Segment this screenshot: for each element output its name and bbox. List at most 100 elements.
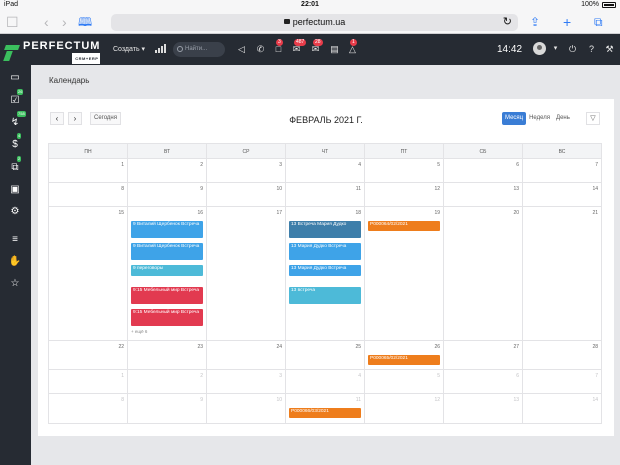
inbox-icon[interactable]: ✉ 28 — [310, 39, 323, 54]
brand-logo[interactable]: PERFECTUM CRM+ERP — [5, 41, 101, 64]
sidebar-item-finance[interactable]: $4 — [8, 133, 22, 152]
calendar-day-cell[interactable]: 8 — [49, 394, 128, 423]
calendar-day-cell[interactable]: 13 — [444, 394, 523, 423]
calendar-event[interactable]: 13 Мария Дудко Встреча — [289, 265, 361, 276]
calendar-day-cell[interactable]: 24 — [207, 341, 286, 369]
calendar-day-cell[interactable]: 3 — [207, 370, 286, 393]
calendar-day-cell[interactable]: 2 — [128, 370, 207, 393]
more-events-link[interactable]: + ещё 6 — [131, 329, 147, 334]
calendar-day-cell[interactable]: 23 — [128, 341, 207, 369]
share-icon[interactable]: ⇪ — [530, 14, 540, 30]
calendar-day-cell[interactable]: 6 — [444, 159, 523, 182]
new-tab-icon[interactable]: + — [563, 14, 571, 30]
calendar-day-cell[interactable]: 14 — [523, 183, 602, 206]
calendar-day-cell[interactable]: 16 9 Виталий Щербенок Встреча 9 Виталий Ще… — [128, 207, 207, 340]
wrench-icon[interactable]: ⚒ — [604, 44, 615, 54]
calendar-event[interactable]: 13 Мария Дудко Встреча — [289, 243, 361, 260]
calendar-day-cell[interactable]: 21 — [523, 207, 602, 340]
calendar-day-cell[interactable]: 28 — [523, 341, 602, 369]
notifications-icon[interactable]: △ 1 — [347, 39, 358, 54]
sidebar-item-layers[interactable]: ≡ — [8, 233, 22, 247]
calendar-day-cell[interactable]: 14 — [523, 394, 602, 423]
calendar-day-cell[interactable]: 6 — [444, 370, 523, 393]
calendar-day-cell[interactable]: 22 — [49, 341, 128, 369]
calendar-event[interactable]: 9:15 Мебельный мир Встреча — [131, 309, 203, 326]
sidebar-item-activity[interactable]: ↯ 758 — [8, 111, 26, 130]
bar-chart-icon[interactable] — [155, 44, 166, 53]
calendar-day-cell[interactable]: 3 — [207, 159, 286, 182]
sidebar-item-tasks[interactable]: ☑ 26 — [8, 89, 24, 108]
calendar-day-cell[interactable]: 25 — [286, 341, 365, 369]
calendar-day-cell[interactable]: 4 — [286, 370, 365, 393]
calendar-day-cell[interactable]: 7 — [523, 370, 602, 393]
calendar-week-row: 8 9 10 11 Р000066/03/2021 12 13 14 — [48, 394, 602, 424]
calendar-day-cell[interactable]: 19 Р000064/02/2021 — [365, 207, 444, 340]
calendar-day-cell[interactable]: 7 — [523, 159, 602, 182]
calendar-day-cell[interactable]: 20 — [444, 207, 523, 340]
day-number: 1 — [121, 373, 124, 379]
calendar-event[interactable]: 9 переговоры — [131, 265, 203, 276]
mail-icon[interactable]: ✉ 487 — [291, 39, 307, 54]
calendar-day-cell[interactable]: 12 — [365, 394, 444, 423]
chevron-down-icon[interactable]: ▾ — [550, 44, 561, 54]
calendar-day-cell[interactable]: 11 — [286, 183, 365, 206]
user-avatar[interactable] — [533, 42, 546, 55]
phone-icon[interactable]: ✆ — [255, 44, 266, 54]
calendar-day-cell[interactable]: 5 — [365, 159, 444, 182]
calendar-event[interactable]: 9 Виталий Щербенок Встреча — [131, 221, 203, 238]
chat-icon[interactable]: □ 3 — [273, 39, 284, 54]
view-week-button[interactable]: Неделя — [526, 112, 554, 125]
sidebar-item-documents[interactable]: ⧉ 2 — [8, 156, 22, 175]
sidebar-item-monitor[interactable]: ▭ — [8, 71, 22, 85]
day-number: 2 — [200, 373, 203, 379]
view-day-button[interactable]: День — [553, 112, 573, 125]
filter-icon[interactable]: ▽ — [586, 112, 600, 125]
calendar-day-cell[interactable]: 17 — [207, 207, 286, 340]
calendar-icon[interactable]: ▤ — [329, 44, 340, 54]
calendar-day-cell[interactable]: 9 — [128, 183, 207, 206]
calendar-day-cell[interactable]: 12 — [365, 183, 444, 206]
calendar-day-cell[interactable]: 4 — [286, 159, 365, 182]
calendar-event[interactable]: Р000065/02/2021 — [368, 355, 440, 365]
calendar-day-cell[interactable]: 2 — [128, 159, 207, 182]
calendar-event[interactable]: 9:15 Мебельный мир Встреча — [131, 287, 203, 304]
sidebar-item-hand[interactable]: ✋ — [8, 255, 22, 269]
calendar-event[interactable]: 9 Виталий Щербенок Встреча — [131, 243, 203, 260]
help-icon[interactable]: ? — [586, 44, 597, 54]
calendar-day-cell[interactable]: 13 — [444, 183, 523, 206]
tabs-overview-icon[interactable]: ⧉ — [594, 14, 603, 30]
calendar-day-cell[interactable]: 10 — [207, 394, 286, 423]
forward-icon[interactable]: › — [62, 14, 67, 30]
bookmarks-icon[interactable]: 🕮 — [78, 14, 92, 30]
calendar-day-cell[interactable]: 9 — [128, 394, 207, 423]
calendar-event[interactable]: Р000066/03/2021 — [289, 408, 361, 418]
calendar-day-cell[interactable]: 27 — [444, 341, 523, 369]
sound-icon[interactable]: ◁ — [236, 44, 247, 54]
calendar-day-cell[interactable]: 1 — [49, 370, 128, 393]
calendar-day-cell[interactable]: 8 — [49, 183, 128, 206]
back-icon[interactable]: ‹ — [44, 14, 49, 30]
view-month-button[interactable]: Месяц — [502, 112, 527, 125]
reload-icon[interactable]: ↻ — [503, 14, 512, 31]
calendar-week-row: 15 16 9 Виталий Щербенок Встреча 9 Виталий … — [48, 207, 602, 341]
calendar-day-cell[interactable]: 5 — [365, 370, 444, 393]
calendar-day-cell[interactable]: 15 — [49, 207, 128, 340]
search-input[interactable]: Найти... — [173, 42, 225, 57]
calendar-day-cell[interactable]: 11 Р000066/03/2021 — [286, 394, 365, 423]
sidebar-item-settings[interactable]: ⚙ — [8, 205, 22, 219]
day-number: 5 — [437, 373, 440, 379]
calendar-day-cell[interactable]: 10 — [207, 183, 286, 206]
calendar-event[interactable]: 13 Встреча Мария Дудко — [289, 221, 361, 238]
sidebar-toggle-icon[interactable]: ☐ — [6, 14, 19, 30]
calendar-day-cell[interactable]: 1 — [49, 159, 128, 182]
view-switcher: Месяц Неделя День — [502, 112, 573, 125]
calendar-day-cell[interactable]: 26 Р000065/02/2021 — [365, 341, 444, 369]
power-icon[interactable]: ⏻ — [567, 44, 578, 54]
address-bar[interactable]: perfectum.ua ↻ — [111, 14, 518, 31]
create-menu-button[interactable]: Создать ▾ — [113, 45, 145, 53]
sidebar-item-favorites[interactable]: ☆ — [8, 277, 22, 291]
calendar-event[interactable]: Р000064/02/2021 — [368, 221, 440, 231]
sidebar-item-portfolio[interactable]: ▣ — [8, 183, 22, 197]
calendar-event[interactable]: 13 встреча — [289, 287, 361, 304]
calendar-day-cell[interactable]: 18 13 Встреча Мария Дудко 13 Мария Дудко В… — [286, 207, 365, 340]
